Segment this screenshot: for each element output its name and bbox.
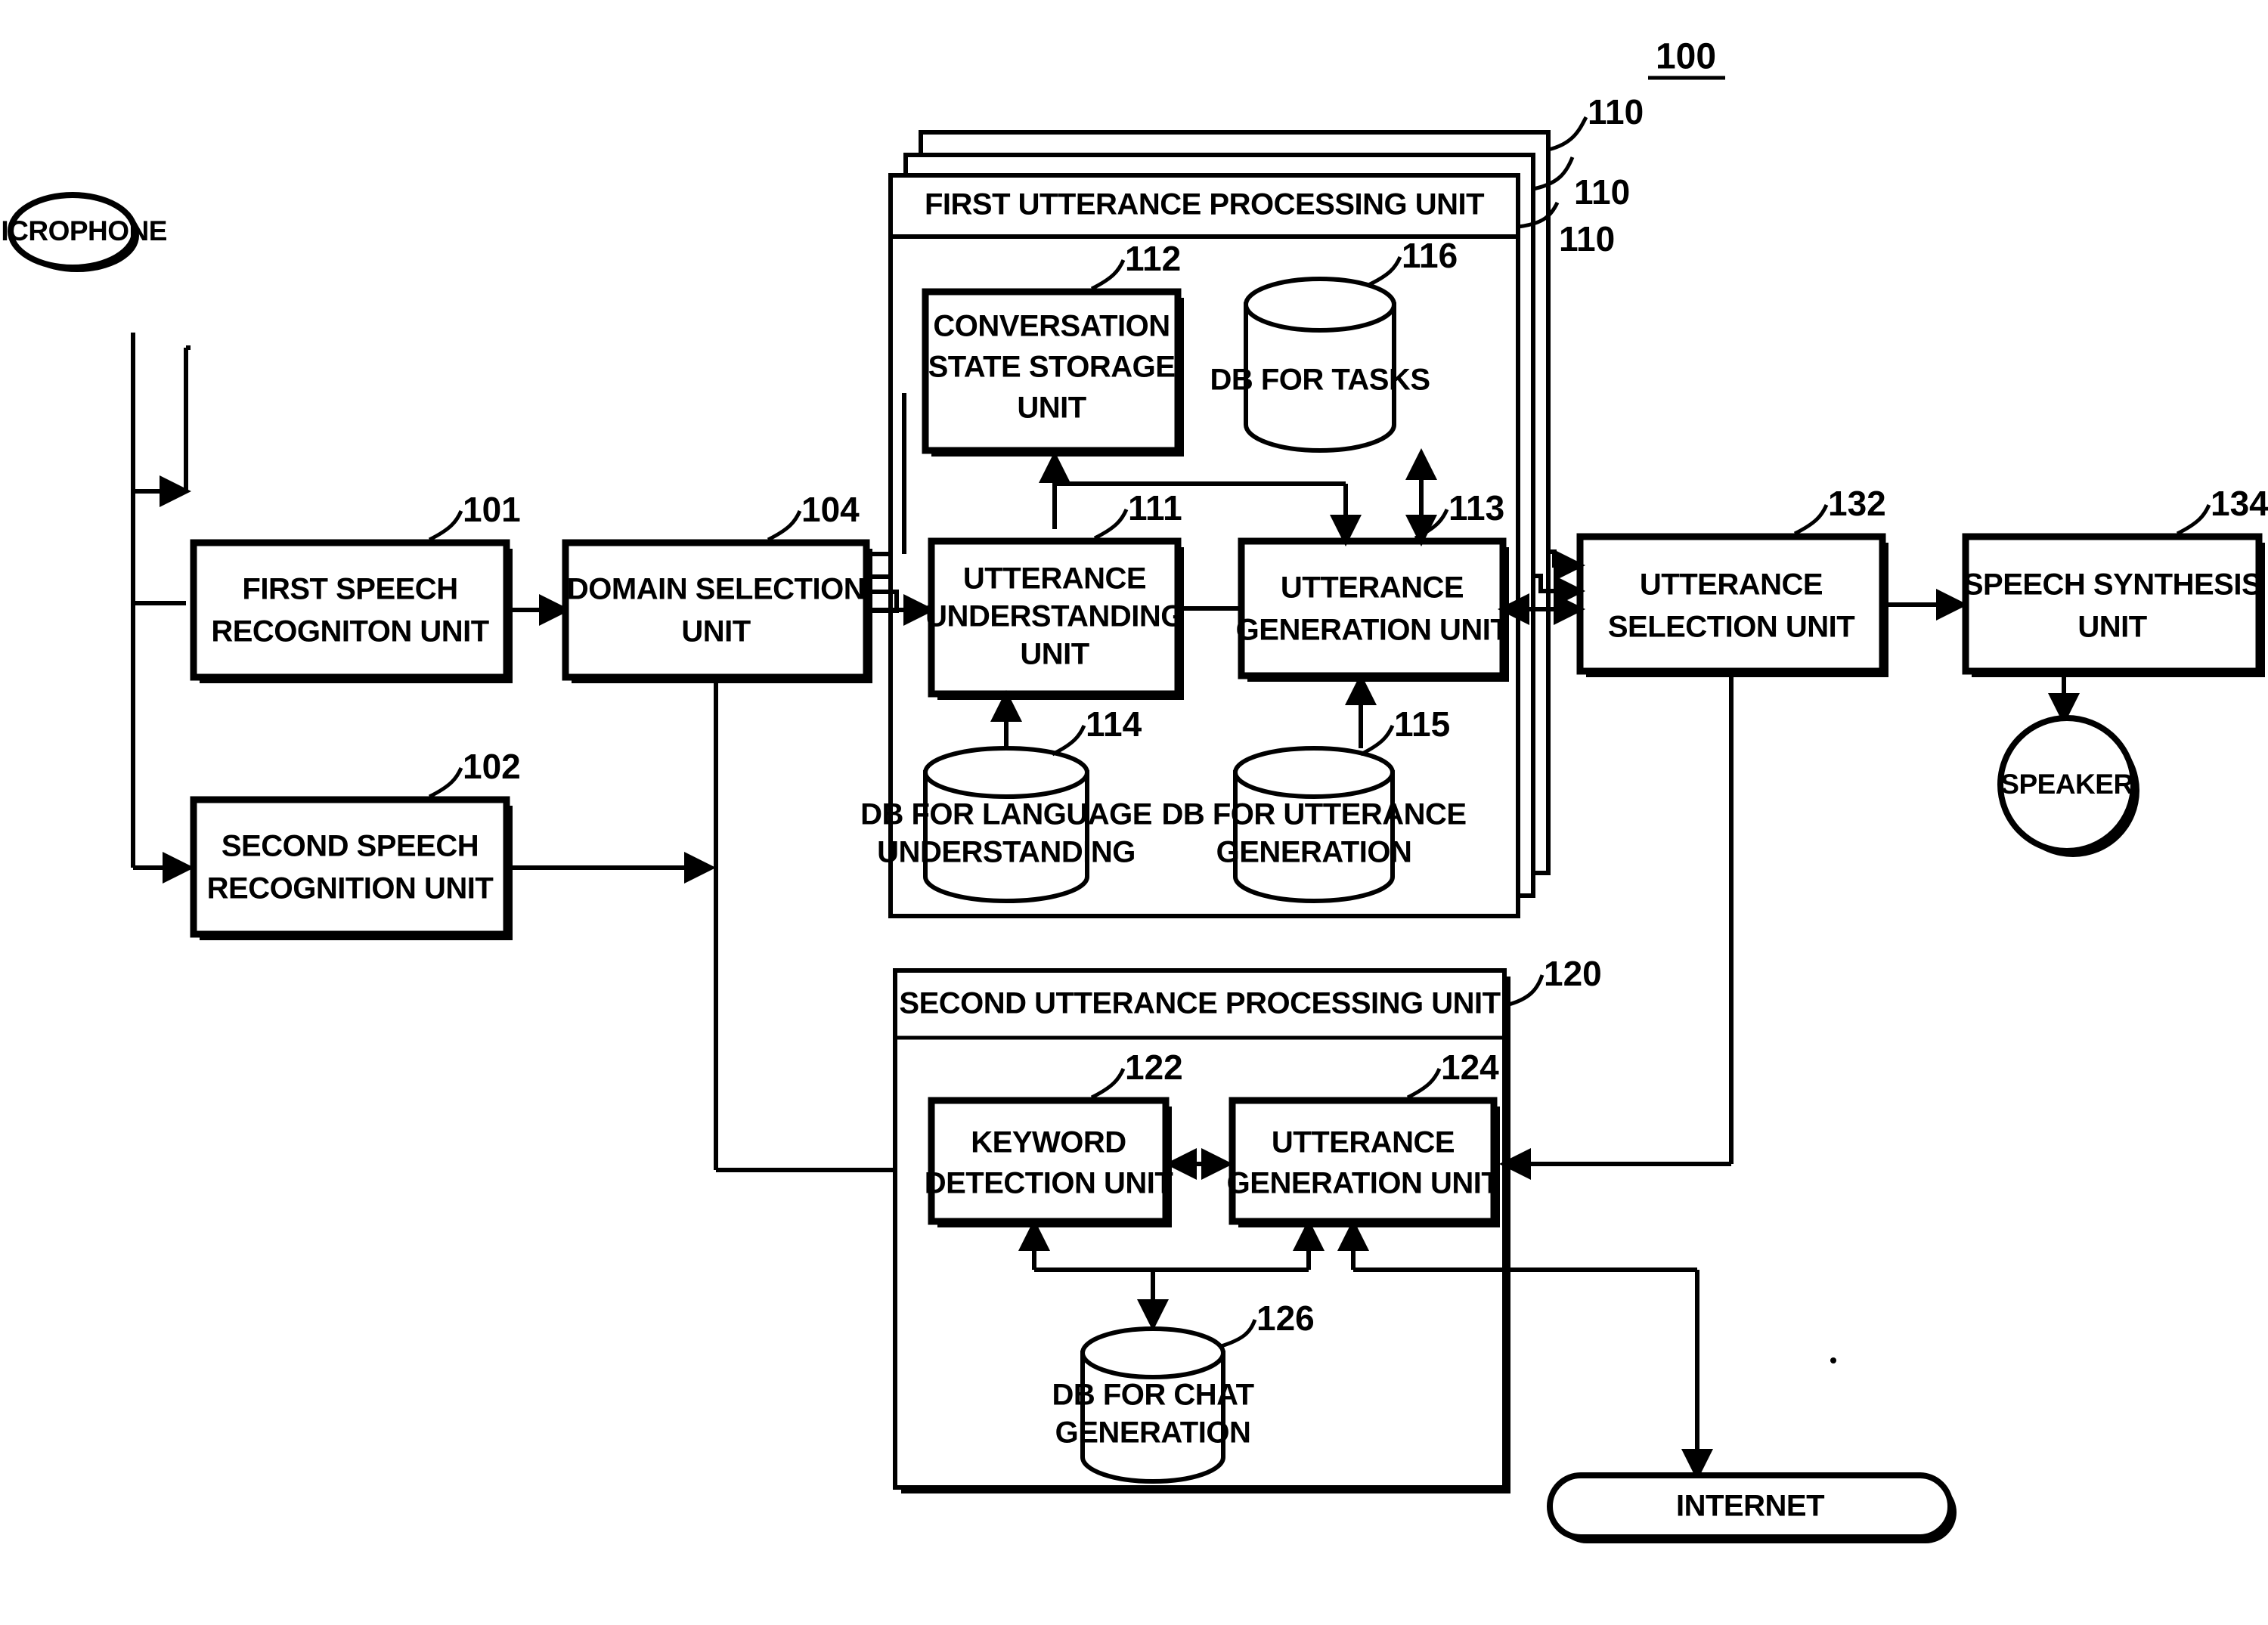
- ref-115-label: 115: [1394, 704, 1450, 744]
- speech-synthesis-unit-label-2: UNIT: [2077, 611, 2146, 644]
- ref-110-mid-label: 110: [1574, 172, 1630, 212]
- utterance-generation-unit-second-label-1: UTTERANCE: [1272, 1126, 1455, 1159]
- ref-114-label: 114: [1086, 704, 1142, 744]
- ref-134: 134: [2176, 484, 2268, 536]
- utterance-understanding-unit-label-2: UNDERSTANDING: [925, 600, 1184, 633]
- db-for-chat-generation-top: [1080, 1326, 1225, 1379]
- utterance-generation-unit-first-label-2: GENERATION UNIT: [1236, 614, 1509, 647]
- first-speech-recognition-unit-label-2: RECOGNITON UNIT: [211, 615, 488, 648]
- ref-112-label: 112: [1125, 239, 1181, 278]
- ref-120-label: 120: [1544, 954, 1602, 993]
- ref-132-label: 132: [1828, 484, 1886, 523]
- utterance-selection-unit-box[interactable]: [1576, 533, 1886, 675]
- ref-116-label: 116: [1402, 236, 1458, 275]
- utterance-selection-unit-label-1: UTTERANCE: [1640, 568, 1823, 602]
- microphone-label: MICROPHONE: [0, 215, 167, 246]
- domain-selection-unit-box[interactable]: [562, 539, 870, 681]
- second-speech-recognition-unit[interactable]: SECOND SPEECH RECOGNITION UNIT 102: [190, 747, 521, 940]
- speaker-node[interactable]: SPEAKER: [1997, 715, 2139, 857]
- db-for-utterance-generation-label-2: GENERATION: [1216, 836, 1412, 869]
- ref-110-top-label: 110: [1588, 92, 1644, 132]
- db-for-tasks-label: DB FOR TASKS: [1210, 364, 1430, 397]
- db-for-chat-generation-label-2: GENERATION: [1055, 1416, 1251, 1450]
- first-speech-recognition-unit[interactable]: FIRST SPEECH RECOGNITON UNIT 101: [190, 490, 521, 683]
- first-utterance-processing-unit-title: FIRST UTTERANCE PROCESSING UNIT: [925, 188, 1484, 221]
- ref-102: 102: [428, 747, 521, 799]
- utterance-generation-unit-second-label-2: GENERATION UNIT: [1227, 1167, 1500, 1200]
- domain-selection-unit-label-2: UNIT: [681, 615, 750, 648]
- ref-122-label: 122: [1125, 1048, 1183, 1087]
- first-speech-recognition-unit-label-1: FIRST SPEECH: [242, 573, 457, 606]
- ref-110-bottom-label: 110: [1559, 219, 1615, 258]
- conversation-state-storage-unit-label-1: CONVERSATION: [933, 310, 1170, 343]
- speech-synthesis-unit-label-1: SPEECH SYNTHESIS: [1963, 568, 2261, 602]
- conversation-state-storage-unit-label-3: UNIT: [1017, 392, 1086, 425]
- keyword-detection-unit-label-2: DETECTION UNIT: [925, 1167, 1173, 1200]
- ref-120: 120: [1505, 954, 1602, 1008]
- ref-132: 132: [1793, 484, 1886, 536]
- db-for-utterance-generation-top: [1233, 746, 1395, 799]
- ref-101-label: 101: [463, 490, 521, 529]
- stray-mark: [1830, 1357, 1836, 1363]
- db-for-language-understanding-label-1: DB FOR LANGUAGE: [860, 798, 1152, 831]
- ref-111-label: 111: [1128, 488, 1182, 528]
- utterance-selection-unit-label-2: SELECTION UNIT: [1608, 611, 1854, 644]
- second-speech-recognition-unit-label-2: RECOGNITION UNIT: [207, 872, 494, 905]
- ref-124-label: 124: [1441, 1048, 1499, 1087]
- db-for-language-understanding-label-2: UNDERSTANDING: [877, 836, 1136, 869]
- utterance-understanding-unit-label-1: UTTERANCE: [963, 562, 1146, 596]
- wire-microphone-out: [131, 333, 191, 605]
- utterance-understanding-unit-label-3: UNIT: [1020, 638, 1089, 671]
- speech-synthesis-unit-box[interactable]: [1962, 533, 2263, 675]
- internet-label: INTERNET: [1676, 1490, 1824, 1523]
- second-speech-recognition-unit-label-1: SECOND SPEECH: [222, 830, 479, 863]
- domain-selection-unit[interactable]: DOMAIN SELECTION UNIT 104: [562, 490, 872, 683]
- ref-102-label: 102: [463, 747, 521, 786]
- second-utterance-processing-unit-title: SECOND UTTERANCE PROCESSING UNIT: [899, 987, 1500, 1020]
- ref-126-label: 126: [1256, 1298, 1315, 1338]
- block-diagram-canvas: 100 FIRST UTTERANCE PROCESSING UNIT 110 …: [0, 37, 2268, 1543]
- ref-104: 104: [767, 490, 860, 542]
- keyword-detection-unit-box[interactable]: [928, 1097, 1170, 1225]
- ref-110-top: 110: [1548, 92, 1644, 152]
- ref-134-label: 134: [2211, 484, 2268, 523]
- db-for-utterance-generation-label-1: DB FOR UTTERANCE: [1161, 798, 1466, 831]
- utterance-generation-unit-first-label-1: UTTERANCE: [1281, 571, 1464, 605]
- db-for-chat-generation-label-1: DB FOR CHAT: [1052, 1379, 1253, 1412]
- wire-microphone-to-second-sru: [131, 603, 194, 884]
- ref-113-label: 113: [1448, 488, 1504, 528]
- patent-figure: 100 FIRST UTTERANCE PROCESSING UNIT 110 …: [0, 0, 2268, 1625]
- conversation-state-storage-unit-label-2: STATE STORAGE: [928, 351, 1176, 384]
- first-speech-recognition-unit-box[interactable]: [190, 539, 510, 681]
- speaker-label: SPEAKER: [2000, 769, 2133, 800]
- ref-104-label: 104: [801, 490, 860, 529]
- system-ref-100: 100: [1648, 37, 1725, 80]
- utterance-selection-unit[interactable]: UTTERANCE SELECTION UNIT 132: [1576, 484, 1888, 677]
- ref-101: 101: [428, 490, 521, 542]
- domain-selection-unit-label-1: DOMAIN SELECTION: [567, 573, 865, 606]
- speech-synthesis-unit[interactable]: SPEECH SYNTHESIS UNIT 134: [1962, 484, 2268, 677]
- system-ref-label: 100: [1656, 37, 1716, 77]
- db-for-language-understanding-top: [923, 746, 1089, 799]
- db-for-tasks-top: [1244, 277, 1396, 333]
- utterance-generation-unit-second-box[interactable]: [1228, 1097, 1498, 1225]
- utterance-generation-unit-first-box[interactable]: [1238, 537, 1507, 679]
- microphone-node[interactable]: MICROPHONE: [0, 192, 167, 272]
- second-speech-recognition-unit-box[interactable]: [190, 796, 510, 938]
- internet-node[interactable]: INTERNET: [1547, 1472, 1957, 1543]
- keyword-detection-unit-label-1: KEYWORD: [971, 1126, 1126, 1159]
